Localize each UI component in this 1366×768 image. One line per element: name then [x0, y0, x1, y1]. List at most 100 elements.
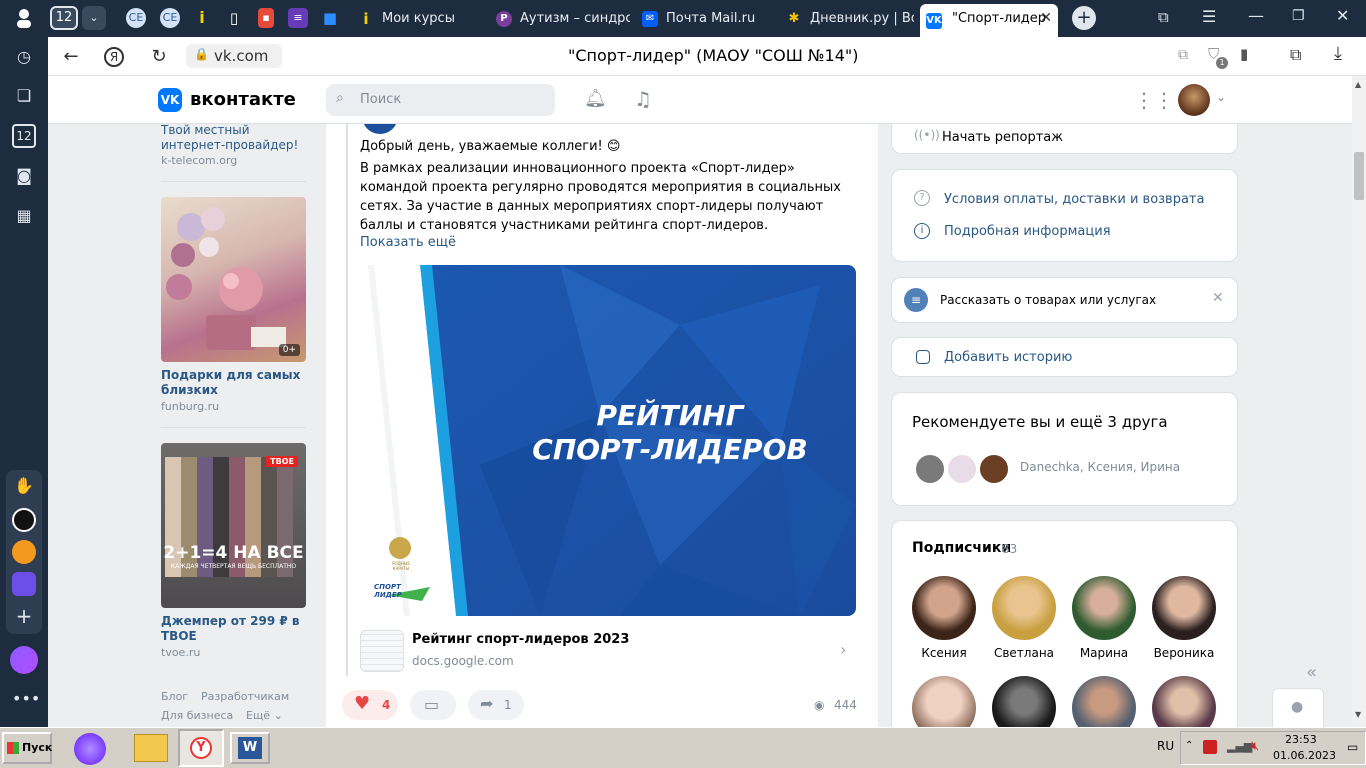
ad-title[interactable]: Твой местный интернет-провайдер!: [161, 124, 311, 153]
share-button[interactable]: ➦ 1: [468, 690, 524, 720]
pinned-tab-zoom-icon[interactable]: ■: [320, 8, 340, 28]
collections-icon[interactable]: ❏: [12, 84, 36, 108]
details-link[interactable]: Подробная информация: [944, 224, 1111, 239]
collections-page-icon[interactable]: ⧉: [1290, 45, 1301, 65]
pinned-tab-1-icon[interactable]: CE: [126, 8, 146, 28]
ad-domain[interactable]: tvoe.ru: [161, 646, 200, 659]
yandex-icon[interactable]: Я: [104, 47, 124, 67]
footer-link-blog[interactable]: Блог: [161, 690, 188, 703]
bookmarks-collection-icon[interactable]: ⧉: [1158, 8, 1169, 26]
profile-icon[interactable]: [14, 8, 34, 28]
hand-app-icon[interactable]: ✋: [12, 476, 36, 500]
friend-avatar-2[interactable]: [946, 453, 978, 485]
subscriber-avatar[interactable]: [912, 576, 976, 640]
history-icon[interactable]: ◷: [12, 45, 36, 69]
friend-avatar-1[interactable]: [914, 453, 946, 485]
reload-icon[interactable]: ↻: [146, 44, 172, 70]
notifications-bell-icon[interactable]: 🔔︎: [584, 88, 607, 109]
subscriber-avatar[interactable]: [1152, 676, 1216, 727]
recommend-names[interactable]: Danechka, Ксения, Ирина: [1020, 460, 1180, 474]
tab-count-button[interactable]: 12: [50, 6, 78, 30]
alice-assistant-icon[interactable]: [10, 646, 38, 674]
ad-domain[interactable]: funburg.ru: [161, 400, 219, 413]
vk-logo-text[interactable]: вконтакте: [190, 89, 296, 110]
vk-logo-icon[interactable]: VK: [158, 88, 182, 112]
subscriber-name[interactable]: Ксения: [906, 646, 982, 660]
messenger-app-icon[interactable]: [12, 572, 36, 596]
url-field[interactable]: 🔒 vk.com: [186, 44, 282, 68]
post-image[interactable]: РЕЙТИНГ СПОРТ-ЛИДЕРОВ РОДНЫЕ КАРАТЫ СПОР…: [360, 265, 856, 616]
page-scrollbar[interactable]: ▲ ▼: [1352, 76, 1366, 727]
clock-time[interactable]: 23:53: [1285, 733, 1317, 746]
pinned-tab-document-icon[interactable]: ▯: [224, 8, 244, 28]
tab-mail[interactable]: ✉ Почта Mail.ru: [636, 4, 772, 33]
download-icon[interactable]: ⤓: [1334, 43, 1342, 64]
footer-link-more[interactable]: Ещё ⌄: [246, 709, 283, 722]
footer-link-developers[interactable]: Разработчикам: [201, 690, 289, 703]
restore-icon[interactable]: ❐: [1292, 8, 1305, 24]
tab-autism[interactable]: P Аутизм – синдро: [490, 4, 630, 33]
avatar[interactable]: [1178, 84, 1210, 116]
signal-icon[interactable]: ▂▄▆: [1227, 740, 1252, 753]
scroll-down-arrow-icon[interactable]: ▼: [1355, 710, 1361, 719]
tray-app-icon[interactable]: [1203, 740, 1217, 754]
start-report-link[interactable]: Начать репортаж: [942, 130, 1063, 145]
tab-sport-leader[interactable]: VK "Спорт-лидер ✕: [920, 4, 1058, 37]
translate-icon[interactable]: ⧉: [1178, 47, 1188, 63]
subscriber-avatar[interactable]: [1152, 576, 1216, 640]
camera-app-icon[interactable]: [12, 508, 36, 532]
subscriber-name[interactable]: Светлана: [986, 646, 1062, 660]
bookmark-icon[interactable]: ▮: [1240, 45, 1248, 63]
add-story-card[interactable]: Добавить историю: [891, 337, 1238, 377]
file-explorer-icon[interactable]: [134, 734, 168, 762]
volume-muted-icon[interactable]: 🔇︎: [1251, 739, 1259, 754]
chevron-down-icon[interactable]: ⌄: [1216, 90, 1226, 104]
back-icon[interactable]: ←: [58, 44, 84, 70]
tab-dnevnik[interactable]: ✱ Дневник.ру | Вод: [780, 4, 914, 33]
ad-title[interactable]: Подарки для самых близких: [161, 368, 306, 398]
subscribers-label[interactable]: Подписчики: [912, 540, 1011, 556]
add-app-icon[interactable]: +: [12, 604, 36, 628]
chat-bubble-button[interactable]: ●: [1272, 688, 1324, 727]
show-more-link[interactable]: Показать ещё: [360, 235, 456, 250]
start-button[interactable]: Пуск: [2, 732, 52, 764]
ad-domain[interactable]: k-telecom.org: [161, 154, 237, 167]
tab-my-courses[interactable]: i Мои курсы: [352, 4, 482, 33]
close-tab-icon[interactable]: ✕: [1040, 4, 1052, 33]
more-icon[interactable]: •••: [12, 689, 40, 708]
like-button[interactable]: ♥ 4: [342, 690, 398, 720]
scroll-up-arrow-icon[interactable]: ▲: [1355, 80, 1361, 89]
notification-icon[interactable]: ▭: [1347, 740, 1358, 754]
subscriber-avatar[interactable]: [1072, 576, 1136, 640]
menu-icon[interactable]: ☰: [1202, 7, 1216, 26]
ad-image-clothes[interactable]: TBOE 2+1=4 НА ВСЕ КАЖДАЯ ЧЕТВЕРТАЯ ВЕЩЬ …: [161, 443, 306, 608]
mail-app-icon[interactable]: [12, 540, 36, 564]
scroll-thumb[interactable]: [1354, 152, 1364, 200]
minimize-icon[interactable]: —: [1248, 6, 1264, 25]
subscriber-name[interactable]: Марина: [1066, 646, 1142, 660]
screenshot-icon[interactable]: ◙: [12, 164, 36, 188]
alice-taskbar-icon[interactable]: [74, 733, 106, 765]
apps-grid-icon[interactable]: ▦: [12, 204, 36, 228]
subscriber-avatar[interactable]: [992, 676, 1056, 727]
subscriber-avatar[interactable]: [912, 676, 976, 727]
music-icon[interactable]: ♫: [634, 87, 652, 111]
tabs-dropdown-icon[interactable]: ⌄: [82, 6, 106, 30]
ad-image-gifts[interactable]: 0+: [161, 197, 306, 362]
yandex-browser-taskbar-icon[interactable]: Y: [178, 729, 224, 767]
payment-terms-link[interactable]: Условия оплаты, доставки и возврата: [944, 192, 1204, 207]
tabs-counter-icon[interactable]: 12: [12, 124, 36, 148]
close-icon[interactable]: ✕: [1212, 290, 1224, 306]
close-window-icon[interactable]: ✕: [1336, 6, 1349, 25]
word-taskbar-icon[interactable]: W: [230, 732, 270, 764]
pinned-tab-3-icon[interactable]: i: [192, 8, 212, 28]
footer-link-business[interactable]: Для бизнеса: [161, 709, 233, 722]
clock-date[interactable]: 01.06.2023: [1273, 749, 1336, 762]
pinned-tab-forms-icon[interactable]: ≡: [288, 8, 308, 28]
new-tab-button[interactable]: +: [1072, 6, 1096, 30]
subscriber-name[interactable]: Вероника: [1146, 646, 1222, 660]
pinned-tab-presentation-icon[interactable]: ▪: [258, 8, 274, 28]
tray-expand-icon[interactable]: ⌃: [1185, 740, 1193, 751]
friend-avatar-3[interactable]: [978, 453, 1010, 485]
post-author-avatar[interactable]: [362, 124, 398, 134]
